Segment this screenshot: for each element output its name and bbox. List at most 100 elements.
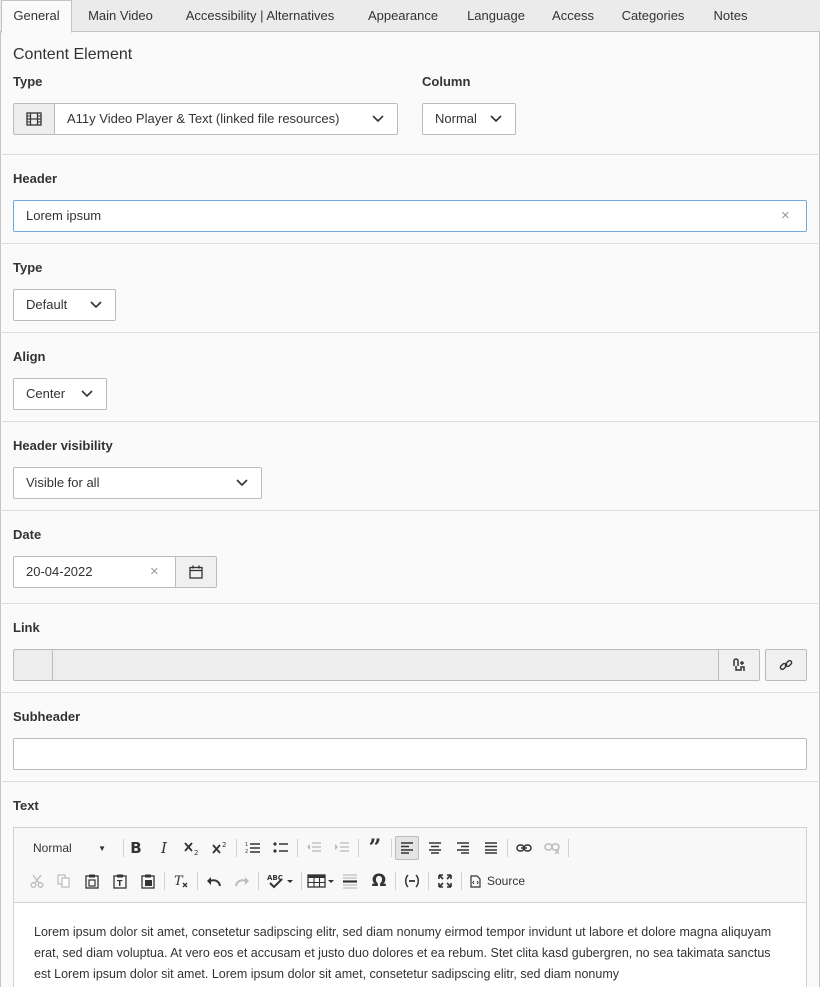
toolbar-separator bbox=[507, 839, 508, 857]
toolbar-separator bbox=[461, 872, 462, 890]
copy-icon[interactable] bbox=[52, 869, 76, 893]
undo-icon[interactable] bbox=[202, 869, 226, 893]
tab-main-video[interactable]: Main Video bbox=[74, 0, 167, 32]
subheader-input[interactable] bbox=[13, 738, 807, 770]
svg-text:T: T bbox=[117, 879, 123, 888]
header-input[interactable]: Lorem ipsum bbox=[13, 200, 807, 232]
tab-notes[interactable]: Notes bbox=[699, 0, 762, 32]
svg-text:T: T bbox=[174, 874, 184, 888]
svg-text:2: 2 bbox=[194, 849, 198, 856]
align-right-icon[interactable] bbox=[451, 836, 475, 860]
indent-icon[interactable] bbox=[330, 836, 354, 860]
column-value: Normal bbox=[435, 111, 477, 126]
calendar-icon bbox=[189, 565, 203, 579]
format-select-value: Normal bbox=[33, 841, 72, 855]
paste-icon[interactable] bbox=[80, 869, 104, 893]
italic-icon[interactable]: I bbox=[152, 836, 176, 860]
bullet-list-icon[interactable] bbox=[269, 836, 293, 860]
toolbar-separator bbox=[391, 839, 392, 857]
tab-bar: General Main Video Accessibility | Alter… bbox=[0, 0, 820, 33]
paste-text-icon[interactable]: T bbox=[108, 869, 132, 893]
superscript-icon[interactable]: 2 bbox=[208, 836, 232, 860]
chevron-down-icon bbox=[490, 115, 502, 123]
column-select[interactable]: Normal bbox=[422, 103, 516, 135]
blockquote-icon[interactable]: ” bbox=[363, 835, 387, 861]
toolbar-separator bbox=[164, 872, 165, 890]
content-type-value: A11y Video Player & Text (linked file re… bbox=[67, 111, 340, 126]
header-type-select[interactable]: Default bbox=[13, 289, 116, 321]
divider bbox=[0, 243, 820, 244]
bold-icon[interactable]: B bbox=[124, 836, 148, 860]
date-input-value: 20-04-2022 bbox=[26, 564, 93, 579]
remove-format-icon[interactable]: T bbox=[169, 869, 193, 893]
subheader-label: Subheader bbox=[13, 709, 81, 724]
header-visibility-label: Header visibility bbox=[13, 438, 113, 453]
content-type-select[interactable]: A11y Video Player & Text (linked file re… bbox=[54, 103, 398, 135]
column-label: Column bbox=[422, 74, 471, 89]
header-clear-icon[interactable]: × bbox=[781, 207, 790, 224]
chevron-down-icon bbox=[372, 115, 384, 123]
tab-general[interactable]: General bbox=[1, 0, 72, 33]
link-edit-button[interactable] bbox=[718, 649, 760, 681]
chevron-down-icon bbox=[236, 479, 248, 487]
date-clear-icon[interactable]: × bbox=[150, 563, 159, 580]
film-icon bbox=[13, 103, 55, 135]
rich-text-editor: Normal ▼ B I 2 2 12 ” T T ABC Ω Source L… bbox=[13, 827, 807, 987]
link-type-addon bbox=[13, 649, 53, 681]
source-label: Source bbox=[487, 874, 526, 888]
source-button[interactable]: Source bbox=[466, 869, 532, 893]
caret-down-icon: ▼ bbox=[98, 843, 106, 853]
spellcheck-icon[interactable]: ABC bbox=[264, 869, 298, 893]
divider bbox=[0, 510, 820, 511]
header-type-label: Type bbox=[13, 260, 43, 275]
rte-content[interactable]: Lorem ipsum dolor sit amet, consetetur s… bbox=[34, 922, 784, 985]
divider bbox=[0, 421, 820, 422]
numbered-list-icon[interactable]: 12 bbox=[241, 836, 265, 860]
chevron-down-icon bbox=[90, 301, 102, 309]
tab-language[interactable]: Language bbox=[453, 0, 539, 32]
soft-hyphen-icon[interactable] bbox=[400, 869, 424, 893]
link-icon bbox=[779, 659, 793, 671]
toolbar-separator bbox=[568, 839, 569, 857]
tab-appearance[interactable]: Appearance bbox=[353, 0, 453, 32]
link-edit-icon bbox=[733, 658, 745, 671]
align-value: Center bbox=[26, 386, 66, 401]
tab-accessibility[interactable]: Accessibility | Alternatives bbox=[167, 0, 353, 32]
toolbar-separator bbox=[358, 839, 359, 857]
align-justify-icon[interactable] bbox=[479, 836, 503, 860]
toolbar-separator bbox=[301, 872, 302, 890]
calendar-button[interactable] bbox=[175, 556, 217, 588]
toolbar-separator bbox=[395, 872, 396, 890]
outdent-icon[interactable] bbox=[302, 836, 326, 860]
cut-icon[interactable] bbox=[25, 869, 49, 893]
redo-icon[interactable] bbox=[230, 869, 254, 893]
unlink-icon[interactable] bbox=[540, 836, 564, 860]
divider bbox=[0, 603, 820, 604]
subscript-icon[interactable]: 2 bbox=[180, 836, 204, 860]
type-label: Type bbox=[13, 74, 43, 89]
header-input-value: Lorem ipsum bbox=[26, 208, 102, 223]
header-visibility-select[interactable]: Visible for all bbox=[13, 467, 262, 499]
link-browser-button[interactable] bbox=[765, 649, 807, 681]
link-input[interactable] bbox=[52, 649, 719, 681]
align-select[interactable]: Center bbox=[13, 378, 107, 410]
horizontal-rule-icon[interactable] bbox=[338, 869, 362, 893]
divider bbox=[0, 332, 820, 333]
maximize-icon[interactable] bbox=[433, 869, 457, 893]
tab-access[interactable]: Access bbox=[539, 0, 607, 32]
tab-categories[interactable]: Categories bbox=[607, 0, 699, 32]
align-label: Align bbox=[13, 349, 46, 364]
special-char-icon[interactable]: Ω bbox=[367, 869, 391, 893]
table-icon[interactable] bbox=[306, 869, 336, 893]
paste-word-icon[interactable] bbox=[136, 869, 160, 893]
header-type-value: Default bbox=[26, 297, 68, 312]
align-center-icon[interactable] bbox=[423, 836, 447, 860]
format-select[interactable]: Normal ▼ bbox=[20, 836, 112, 860]
toolbar-separator bbox=[297, 839, 298, 857]
toolbar-separator bbox=[197, 872, 198, 890]
chevron-down-icon bbox=[81, 390, 93, 398]
link-icon[interactable] bbox=[512, 836, 536, 860]
align-left-icon[interactable] bbox=[395, 836, 419, 860]
link-label: Link bbox=[13, 620, 40, 635]
divider bbox=[0, 692, 820, 693]
